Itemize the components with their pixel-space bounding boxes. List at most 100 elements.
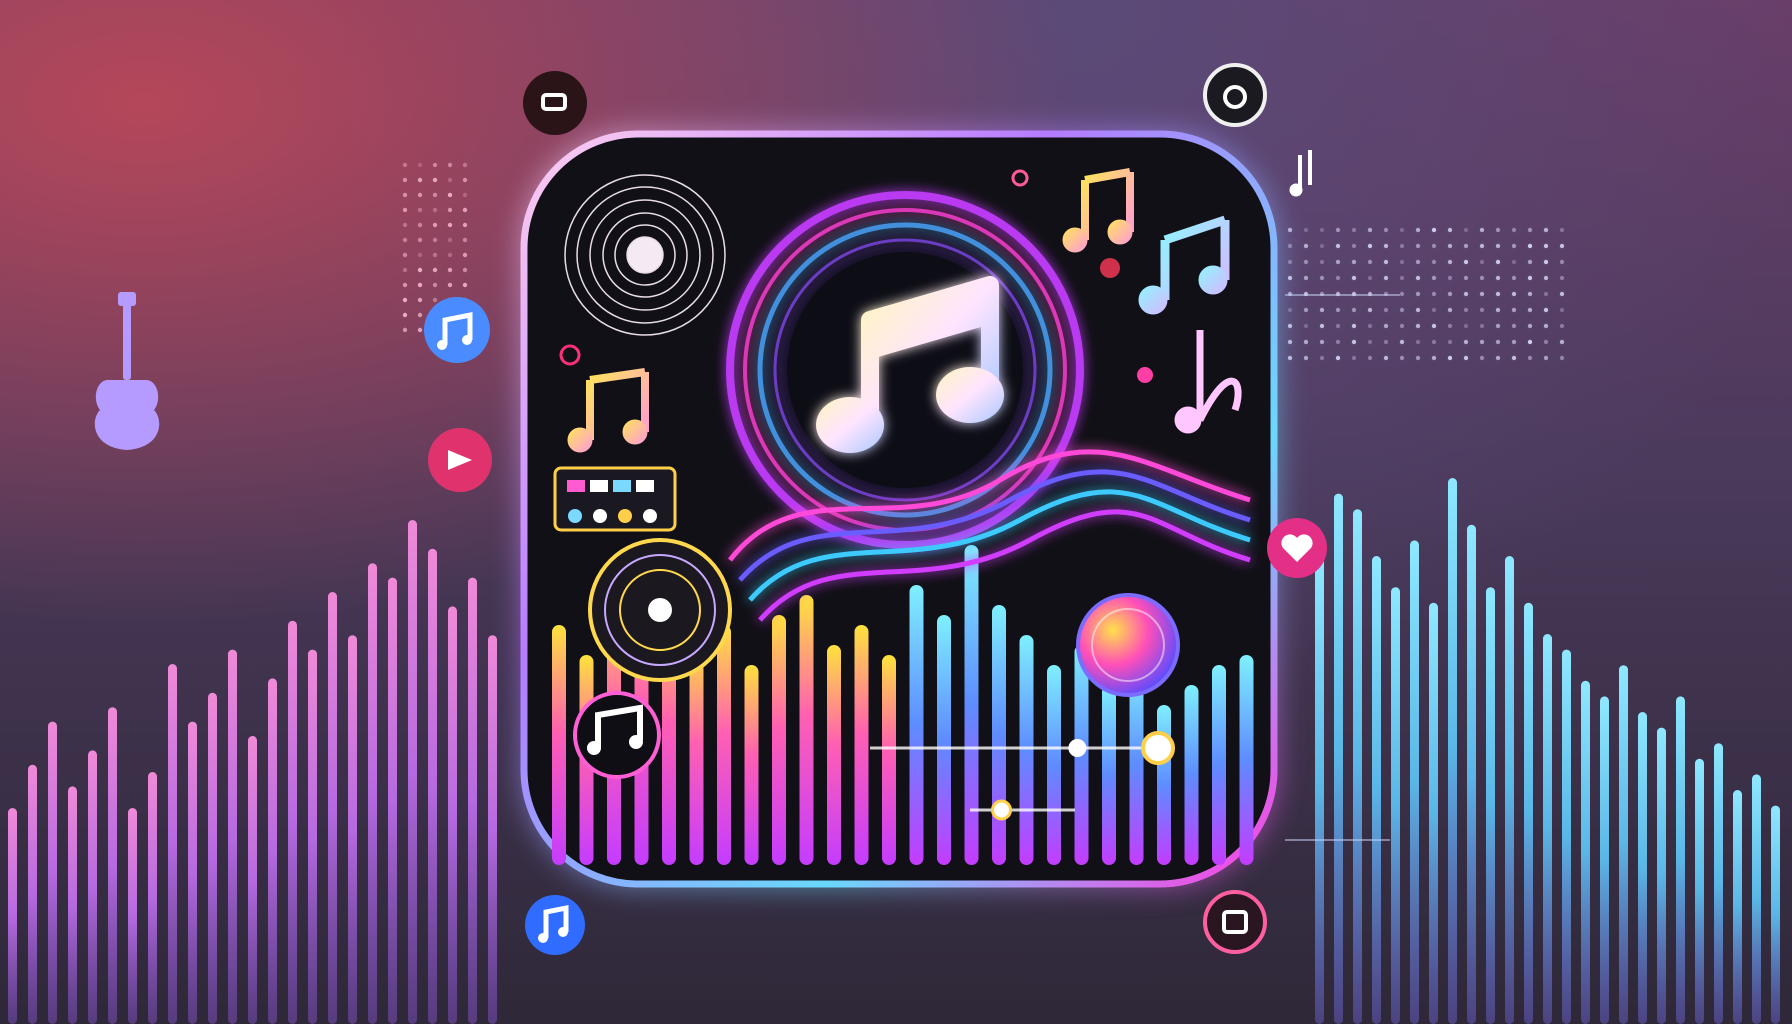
- grid-dot: [1416, 276, 1420, 280]
- equalizer-bar: [1676, 696, 1685, 1024]
- grid-dot: [463, 193, 467, 197]
- equalizer-bar: [448, 606, 457, 1024]
- grid-dot: [1288, 244, 1292, 248]
- grid-dot: [1320, 228, 1324, 232]
- grid-dot: [1368, 244, 1372, 248]
- grid-dot: [1544, 228, 1548, 232]
- equalizer-bar: [1353, 509, 1362, 1024]
- grid-dot: [1496, 244, 1500, 248]
- grid-dot: [1528, 356, 1532, 360]
- grid-dot: [1384, 356, 1388, 360]
- grid-dot: [1448, 244, 1452, 248]
- grid-dot: [448, 208, 452, 212]
- grid-dot: [1400, 292, 1404, 296]
- stop-icon-button[interactable]: [1205, 892, 1265, 952]
- equalizer-bar: [1315, 556, 1324, 1024]
- grid-dot: [1448, 276, 1452, 280]
- grid-dot: [433, 208, 437, 212]
- grid-dot: [1448, 340, 1452, 344]
- grid-dot: [1544, 276, 1548, 280]
- grid-dot: [1368, 308, 1372, 312]
- grid-dot: [1336, 244, 1340, 248]
- grid-dot: [1560, 260, 1564, 264]
- equalizer-bar: [168, 664, 177, 1024]
- grid-dot: [1512, 356, 1516, 360]
- grid-dot: [1400, 276, 1404, 280]
- grid-dot: [1496, 340, 1500, 344]
- grid-dot: [1288, 276, 1292, 280]
- equalizer-bar: [108, 707, 117, 1024]
- grid-dot: [1400, 260, 1404, 264]
- grid-dot: [1496, 260, 1500, 264]
- stop-icon-button[interactable]: [523, 71, 587, 135]
- grid-dot: [403, 313, 407, 317]
- grid-dot: [1304, 308, 1308, 312]
- vinyl-record-icon: [1078, 595, 1178, 695]
- grid-dot: [1400, 244, 1404, 248]
- grid-dot: [1368, 228, 1372, 232]
- grid-dot: [1384, 260, 1388, 264]
- grid-dot: [1416, 228, 1420, 232]
- grid-dot: [403, 178, 407, 182]
- grid-dot: [1336, 228, 1340, 232]
- grid-dot: [463, 268, 467, 272]
- play-icon-button[interactable]: [428, 428, 492, 492]
- music-note-button[interactable]: [424, 297, 490, 363]
- heart-icon-button[interactable]: [1267, 518, 1327, 578]
- grid-dot: [418, 238, 422, 242]
- equalizer-bar: [8, 808, 17, 1024]
- decor-dot: [1137, 367, 1153, 383]
- grid-dot: [1496, 356, 1500, 360]
- grid-dot: [1480, 228, 1484, 232]
- power-icon-button[interactable]: [1205, 65, 1265, 125]
- grid-dot: [403, 193, 407, 197]
- grid-dot: [403, 268, 407, 272]
- grid-dot: [1448, 292, 1452, 296]
- equalizer-bar: [1334, 494, 1343, 1024]
- equalizer-bar: [1240, 655, 1254, 865]
- grid-dot: [1368, 324, 1372, 328]
- music-note-button[interactable]: [575, 693, 659, 777]
- grid-dot: [1384, 244, 1388, 248]
- grid-dot: [418, 328, 422, 332]
- grid-dot: [1400, 308, 1404, 312]
- equalizer-bar: [1429, 603, 1438, 1024]
- grid-dot: [433, 238, 437, 242]
- equalizer-bar: [800, 595, 814, 865]
- grid-dot: [1528, 276, 1532, 280]
- equalizer-bar: [1543, 634, 1552, 1024]
- equalizer-bar: [1657, 728, 1666, 1024]
- grid-dot: [463, 223, 467, 227]
- grid-dot: [1304, 340, 1308, 344]
- equalizer-bar: [1467, 525, 1476, 1024]
- grid-dot: [1384, 324, 1388, 328]
- equalizer-bar: [1047, 665, 1061, 865]
- equalizer-bar: [328, 592, 337, 1024]
- grid-dot: [1512, 324, 1516, 328]
- decor-dot: [1100, 258, 1120, 278]
- grid-dot: [463, 178, 467, 182]
- equalizer-bar: [388, 578, 397, 1024]
- grid-dot: [1384, 276, 1388, 280]
- grid-dot: [1544, 324, 1548, 328]
- grid-dot: [1464, 356, 1468, 360]
- grid-dot: [418, 283, 422, 287]
- grid-dot: [418, 313, 422, 317]
- grid-dot: [1320, 308, 1324, 312]
- equalizer-bar: [1212, 665, 1226, 865]
- music-note-button[interactable]: [525, 895, 585, 955]
- grid-dot: [1480, 292, 1484, 296]
- grid-dot: [1560, 356, 1564, 360]
- grid-dot: [403, 208, 407, 212]
- grid-dot: [1288, 308, 1292, 312]
- grid-dot: [418, 208, 422, 212]
- grid-dot: [1560, 276, 1564, 280]
- grid-dot: [1336, 260, 1340, 264]
- grid-dot: [1368, 356, 1372, 360]
- grid-dot: [1352, 340, 1356, 344]
- grid-dot: [1496, 308, 1500, 312]
- grid-dot: [1320, 244, 1324, 248]
- equalizer-bar: [855, 625, 869, 865]
- grid-dot: [1432, 276, 1436, 280]
- grid-dot: [1304, 260, 1308, 264]
